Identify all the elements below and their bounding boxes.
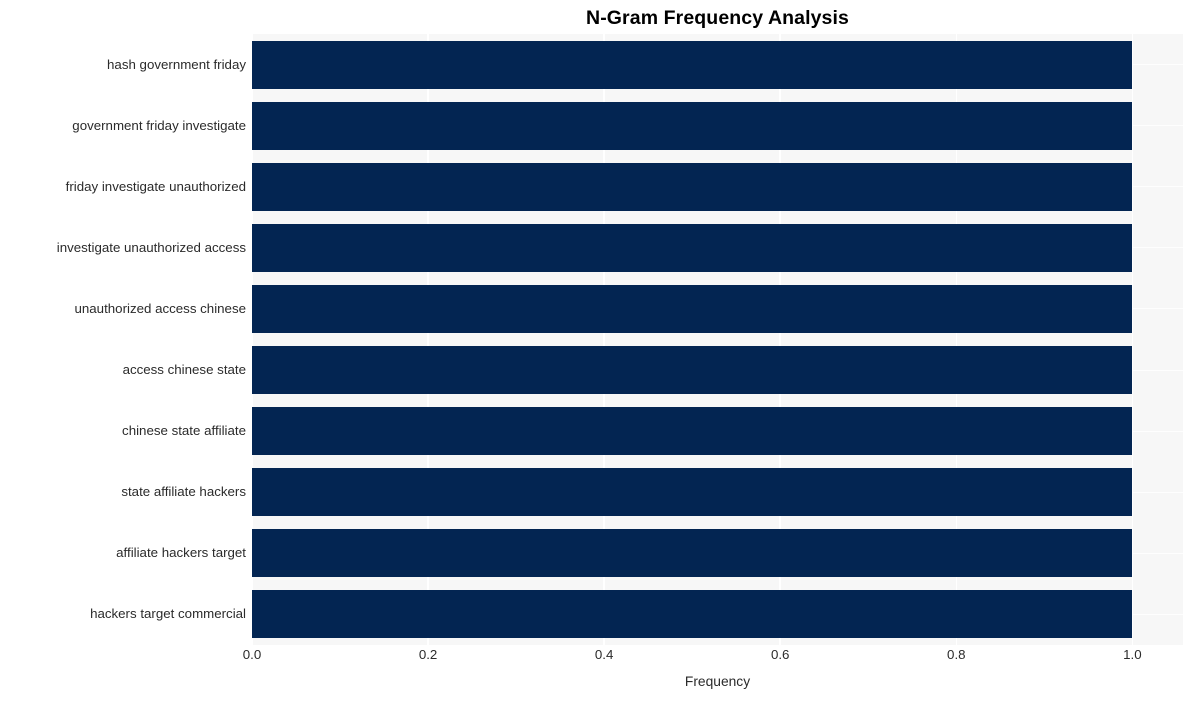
y-axis-tick-label: hackers target commercial: [90, 606, 246, 622]
y-axis-tick-label: hash government friday: [107, 56, 246, 72]
y-axis-tick-label: access chinese state: [122, 362, 246, 378]
bar: [252, 40, 1133, 89]
bar: [252, 590, 1133, 639]
bar: [252, 101, 1133, 150]
x-axis-tick-label: 0.2: [418, 647, 438, 662]
bar: [252, 407, 1133, 456]
x-axis-label: Frequency: [684, 674, 751, 689]
plot-area: [252, 34, 1183, 645]
bar: [252, 346, 1133, 395]
y-axis-tick-label: unauthorized access chinese: [74, 300, 247, 316]
y-axis-tick-label: state affiliate hackers: [121, 484, 246, 500]
x-axis-tick-labels: 0.0 0.2 0.4 0.6 0.8 1.0: [243, 647, 1183, 670]
y-axis-tick-label: friday investigate unauthorized: [65, 178, 246, 194]
y-axis-tick-label: affiliate hackers target: [116, 545, 246, 561]
bar: [252, 468, 1133, 517]
chart-title: N-Gram Frequency Analysis: [586, 7, 849, 29]
x-axis-tick-label: 0.0: [242, 647, 262, 662]
x-axis-tick-label: 0.8: [947, 647, 966, 662]
bar: [252, 284, 1133, 333]
bar: [252, 529, 1133, 578]
x-axis-tick-label: 1.0: [1123, 647, 1142, 662]
chart-figure: N-Gram Frequency Analysis hash governmen…: [0, 0, 1191, 701]
bar: [252, 223, 1133, 272]
bar: [252, 162, 1133, 211]
y-axis-tick-label: government friday investigate: [72, 117, 246, 133]
y-axis-tick-label: chinese state affiliate: [122, 423, 246, 439]
x-axis-tick-label: 0.6: [770, 647, 790, 662]
y-axis-tick-label: investigate unauthorized access: [56, 239, 246, 255]
y-axis-tick-labels: hash government friday government friday …: [0, 34, 246, 645]
x-axis-tick-label: 0.4: [594, 647, 614, 662]
